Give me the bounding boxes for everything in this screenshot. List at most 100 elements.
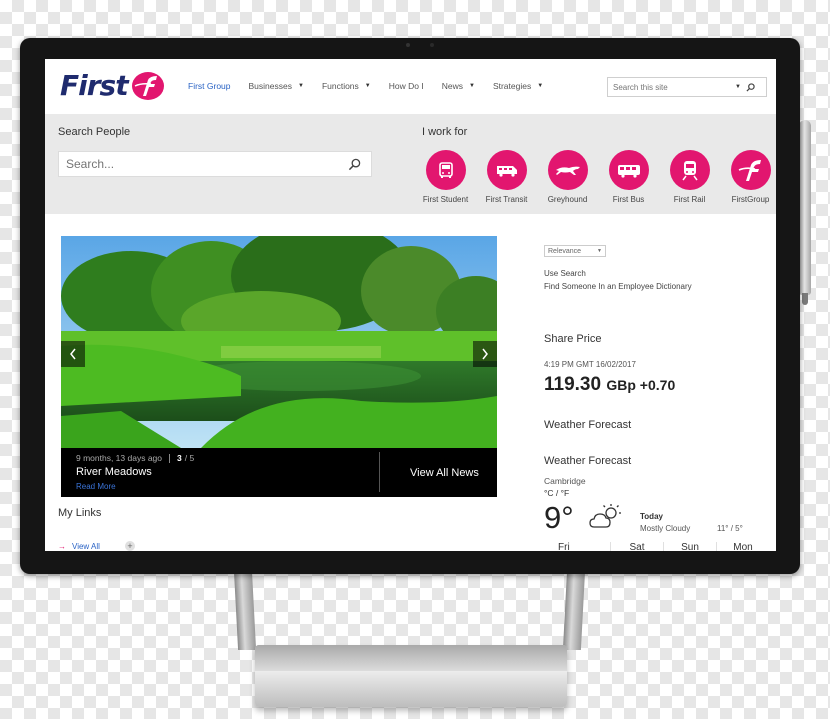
weather-units-toggle[interactable]: °C / °F [544,488,569,498]
greyhound-dog-icon [555,166,580,175]
brand-first-student[interactable]: First Student [415,150,476,204]
carousel-title[interactable]: River Meadows [76,466,152,478]
caret-down-icon: ▼ [364,83,371,89]
nav-label: Functions [321,81,359,91]
employee-dictionary-link[interactable]: Find Someone In an Employee Dictionary [544,282,692,291]
nav-label: News [441,81,463,91]
firstgroup-f-icon [738,160,761,181]
brand-greyhound[interactable]: Greyhound [537,150,598,204]
search-scope-dropdown-icon[interactable]: ▼ [735,84,741,90]
carousel-total: / 5 [184,453,195,463]
school-bus-icon [438,162,453,178]
nav-item-news[interactable]: News ▼ [442,81,475,91]
share-price-value: 119.30 GBp +0.70 [544,374,675,396]
quick-access-band: Search People I work for First Stu [45,114,776,214]
weather-forecast-title: Weather Forecast [544,419,632,431]
partly-cloudy-icon [589,504,621,528]
price-currency-change: GBp +0.70 [606,377,676,393]
brand-first-transit[interactable]: First Transit [476,150,537,204]
search-icon[interactable] [746,82,755,92]
sort-value: Relevance [548,247,582,255]
nav-item-functions[interactable]: Functions ▼ [322,81,371,91]
brand-first-rail[interactable]: First Rail [659,150,720,204]
search-people-input[interactable] [59,156,348,172]
nav-item-strategies[interactable]: Strategies ▼ [493,81,543,91]
sort-select[interactable]: Relevance ▼ [544,245,606,257]
shuttle-bus-icon [496,166,517,177]
chevron-down-icon: ▼ [597,248,602,254]
river-meadows-photo [61,236,497,448]
nav-item-how-do-i[interactable]: How Do I [389,81,424,91]
divider [169,453,171,463]
arrow-right-icon: → [58,542,66,551]
caret-down-icon: ▼ [468,83,475,89]
carousel-image [61,236,497,448]
divider [379,452,380,492]
weather-city: Cambridge [544,476,586,486]
weather-today-label: Today [640,512,663,521]
share-price-timestamp: 4:19 PM GMT 16/02/2017 [544,360,636,369]
weather-temperature: 9° [544,500,574,535]
nav-label: Strategies [492,81,532,91]
brand-circle [608,150,649,190]
monitor-stand-arm-right [562,570,586,650]
weather-day[interactable]: Sun [663,542,716,551]
camera-dot [406,43,410,47]
carousel-meta: 9 months, 13 days ago 3 / 5 [76,453,194,463]
carousel-prev-button[interactable] [61,341,85,367]
firstgroup-f-icon [131,71,164,100]
firstgroup-logo[interactable]: First [60,69,165,102]
stylus-pen [799,120,811,305]
logo-text: First [60,69,129,102]
site-search-box: ▼ [607,77,767,97]
search-icon[interactable] [348,158,361,171]
brand-list: First Student First Transit Greyhound Fi… [415,150,776,204]
news-carousel: 9 months, 13 days ago 3 / 5 River Meadow… [61,236,497,497]
brand-label: FirstGroup [731,195,770,204]
screen: First First Group Businesses ▼ Functions… [45,59,776,551]
chevron-right-icon [482,348,488,360]
nav-label: First Group [188,81,231,91]
nav-item-businesses[interactable]: Businesses ▼ [249,81,304,91]
search-people-title: Search People [58,126,131,138]
caret-down-icon: ▼ [297,83,304,89]
read-more-link[interactable]: Read More [76,482,116,491]
weather-condition: Mostly Cloudy [640,524,691,533]
carousel-date: 9 months, 13 days ago [76,453,163,463]
site-header: First First Group Businesses ▼ Functions… [45,59,776,114]
brand-firstgroup[interactable]: FirstGroup [720,150,776,204]
brand-label: First Rail [673,195,706,204]
brand-circle [730,150,771,190]
weather-forecast-title: Weather Forecast [544,455,632,467]
brand-label: Greyhound [547,195,588,204]
brand-first-bus[interactable]: First Bus [598,150,659,204]
view-all-news-link[interactable]: View All News [410,467,479,479]
brand-circle [486,150,527,190]
caret-down-icon: ▼ [537,83,544,89]
brand-label: First Bus [612,195,645,204]
price-number: 119.30 [544,374,602,395]
nav-label: Businesses [248,81,292,91]
view-all-links-link[interactable]: → View All [58,542,100,551]
site-search-input[interactable] [608,82,733,92]
monitor-stand-base [255,645,567,707]
weather-day[interactable]: Mon [716,542,769,551]
brand-circle [547,150,588,190]
use-search-link[interactable]: Use Search [544,269,586,278]
carousel-index: 3 [177,453,182,463]
i-work-for-title: I work for [422,126,468,138]
weather-days: Fri Sat Sun Mon [544,542,776,551]
chevron-left-icon [70,348,76,360]
weather-day[interactable]: Sat [610,542,663,551]
carousel-next-button[interactable] [473,341,497,367]
bus-icon [617,165,640,178]
my-links-title: My Links [58,507,102,519]
weather-day[interactable]: Fri [544,542,610,551]
add-link-button[interactable]: + [125,541,135,551]
brand-circle [669,150,710,190]
nav-item-first-group[interactable]: First Group [188,81,231,91]
main-nav: First Group Businesses ▼ Functions ▼ How… [188,81,561,91]
brand-label: First Student [422,195,469,204]
view-all-label: View All [72,542,100,551]
monitor-stand-arm-left [233,570,257,650]
